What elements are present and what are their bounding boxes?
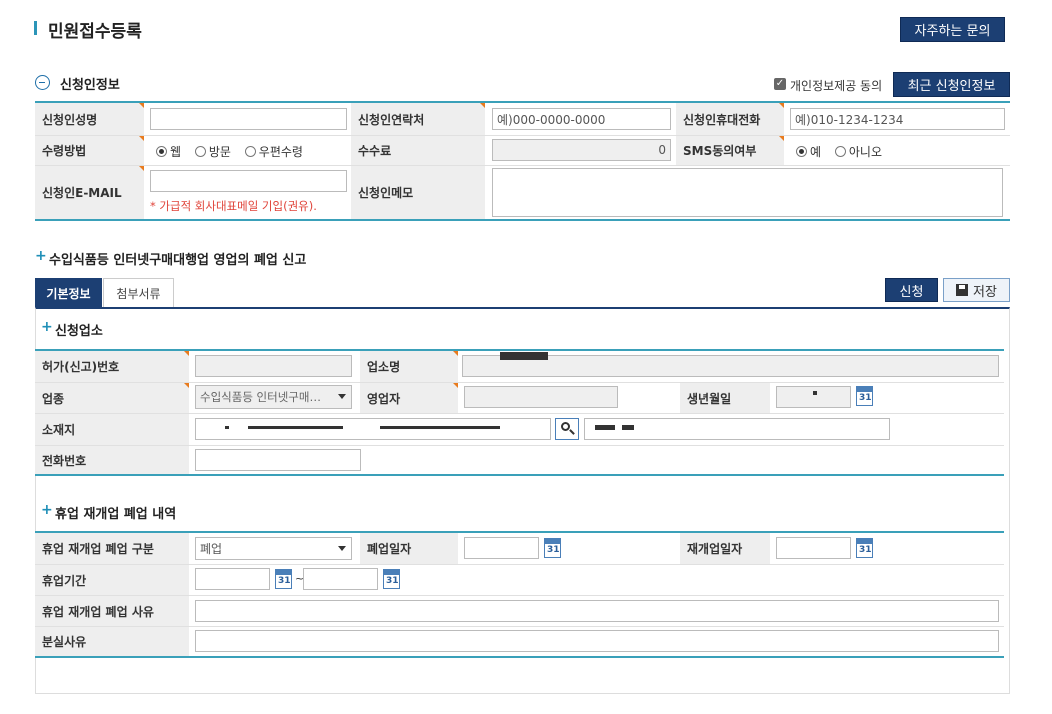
period-start-input[interactable] <box>195 568 270 590</box>
suspension-period-label: 휴업기간 <box>35 565 189 595</box>
reopen-date-label: 재개업일자 <box>680 533 770 564</box>
collapse-icon[interactable] <box>35 75 50 90</box>
loss-reason-input[interactable] <box>195 630 999 652</box>
faq-button[interactable]: 자주하는 문의 <box>900 17 1005 42</box>
receive-visit-radio[interactable] <box>194 146 206 157</box>
birth-date-label: 생년월일 <box>680 383 770 413</box>
receive-visit-label: 방문 <box>208 145 231 159</box>
consent-label: 개인정보제공 동의 <box>790 79 883 93</box>
receive-method-label: 수령방법 <box>35 136 144 165</box>
search-icon[interactable] <box>555 418 579 440</box>
closure-type-select[interactable]: 폐업 <box>195 537 352 560</box>
business-type-value: 수입식품등 인터넷구매… <box>200 390 321 404</box>
applicant-memo-textarea[interactable] <box>492 168 1003 217</box>
applicant-memo-label: 신청인메모 <box>351 166 485 219</box>
tab-attachments[interactable]: 첨부서류 <box>103 278 174 308</box>
submit-button[interactable]: 신청 <box>885 278 938 302</box>
closure-type-label: 휴업 재개업 폐업 구분 <box>35 533 189 564</box>
redacted-block <box>500 352 548 360</box>
calendar-icon[interactable]: 31 <box>275 569 292 589</box>
closure-type-value: 폐업 <box>200 542 223 556</box>
applicant-contact-label: 신청인연락처 <box>351 103 485 135</box>
recent-applicant-button[interactable]: 최근 신청인정보 <box>893 72 1010 97</box>
redacted-block <box>380 426 500 429</box>
calendar-icon[interactable]: 31 <box>856 386 873 406</box>
plus-icon: + <box>35 248 47 264</box>
address-label: 소재지 <box>35 414 189 445</box>
sms-no-radio[interactable] <box>834 146 846 157</box>
title-marker <box>34 21 37 35</box>
period-end-input[interactable] <box>303 568 378 590</box>
email-note: * 가급적 회사대표메일 기입(권유). <box>150 199 317 213</box>
applicant-contact-input[interactable]: 예)000-0000-0000 <box>492 108 671 130</box>
sms-yes-radio[interactable] <box>796 146 807 157</box>
business-name-label: 업소명 <box>360 351 458 382</box>
closure-section-title: 휴업 재개업 폐업 내역 <box>55 507 177 522</box>
owner-input[interactable] <box>464 386 618 408</box>
plus-icon: + <box>41 502 53 518</box>
applicant-mobile-input[interactable]: 예)010-1234-1234 <box>790 108 1005 130</box>
applicant-mobile-label: 신청인휴대전화 <box>676 103 784 135</box>
birth-date-input[interactable] <box>776 386 851 408</box>
plus-icon: + <box>41 319 53 335</box>
receive-mail-label: 우편수령 <box>258 145 303 159</box>
closure-reason-label: 휴업 재개업 폐업 사유 <box>35 596 189 626</box>
close-date-label: 폐업일자 <box>360 533 458 564</box>
consent-checkbox[interactable]: ✓ <box>774 78 786 90</box>
receive-web-label: 웹 <box>170 145 182 159</box>
redacted-block <box>248 426 343 429</box>
applicant-email-label: 신청인E-MAIL <box>35 166 144 219</box>
floppy-icon <box>956 284 969 296</box>
fee-value: 0 <box>492 139 671 161</box>
receive-method-group: 웹 방문 우편수령 <box>156 143 313 160</box>
sms-consent-label: SMS동의여부 <box>676 136 784 165</box>
applicant-name-input[interactable] <box>150 108 347 130</box>
business-section-title: 신청업소 <box>55 324 103 339</box>
sms-consent-group: 예 아니오 <box>796 143 892 160</box>
form-title: 수입식품등 인터넷구매대행업 영업의 폐업 신고 <box>49 253 307 268</box>
redacted-block <box>813 391 817 395</box>
fee-label: 수수료 <box>351 136 485 165</box>
sms-no-label: 아니오 <box>848 145 882 159</box>
calendar-icon[interactable]: 31 <box>856 538 873 558</box>
receive-web-radio[interactable] <box>156 146 167 157</box>
redacted-block <box>225 426 229 429</box>
redacted-block <box>622 425 634 430</box>
license-number-input[interactable] <box>195 355 352 377</box>
receive-mail-radio[interactable] <box>244 146 256 157</box>
license-number-label: 허가(신고)번호 <box>35 351 189 382</box>
chevron-down-icon <box>338 394 346 399</box>
save-button-label: 저장 <box>973 284 997 300</box>
business-type-label: 업종 <box>35 383 189 413</box>
calendar-icon[interactable]: 31 <box>383 569 400 589</box>
reopen-date-input[interactable] <box>776 537 851 559</box>
redacted-block <box>595 425 615 430</box>
address-input[interactable] <box>195 418 551 440</box>
tab-basic-info[interactable]: 기본정보 <box>35 278 102 308</box>
phone-input[interactable] <box>195 449 361 471</box>
applicant-section-title: 신청인정보 <box>60 78 120 93</box>
page-title: 민원접수등록 <box>48 22 142 42</box>
chevron-down-icon <box>338 546 346 551</box>
close-date-input[interactable] <box>464 537 539 559</box>
sms-yes-label: 예 <box>810 145 822 159</box>
phone-label: 전화번호 <box>35 446 189 474</box>
save-button[interactable]: 저장 <box>943 278 1010 302</box>
calendar-icon[interactable]: 31 <box>544 538 561 558</box>
applicant-name-label: 신청인성명 <box>35 103 144 135</box>
business-type-select[interactable]: 수입식품등 인터넷구매… <box>195 385 352 409</box>
loss-reason-label: 분실사유 <box>35 627 189 656</box>
applicant-email-input[interactable] <box>150 170 347 192</box>
owner-label: 영업자 <box>360 383 458 413</box>
closure-reason-input[interactable] <box>195 600 999 622</box>
